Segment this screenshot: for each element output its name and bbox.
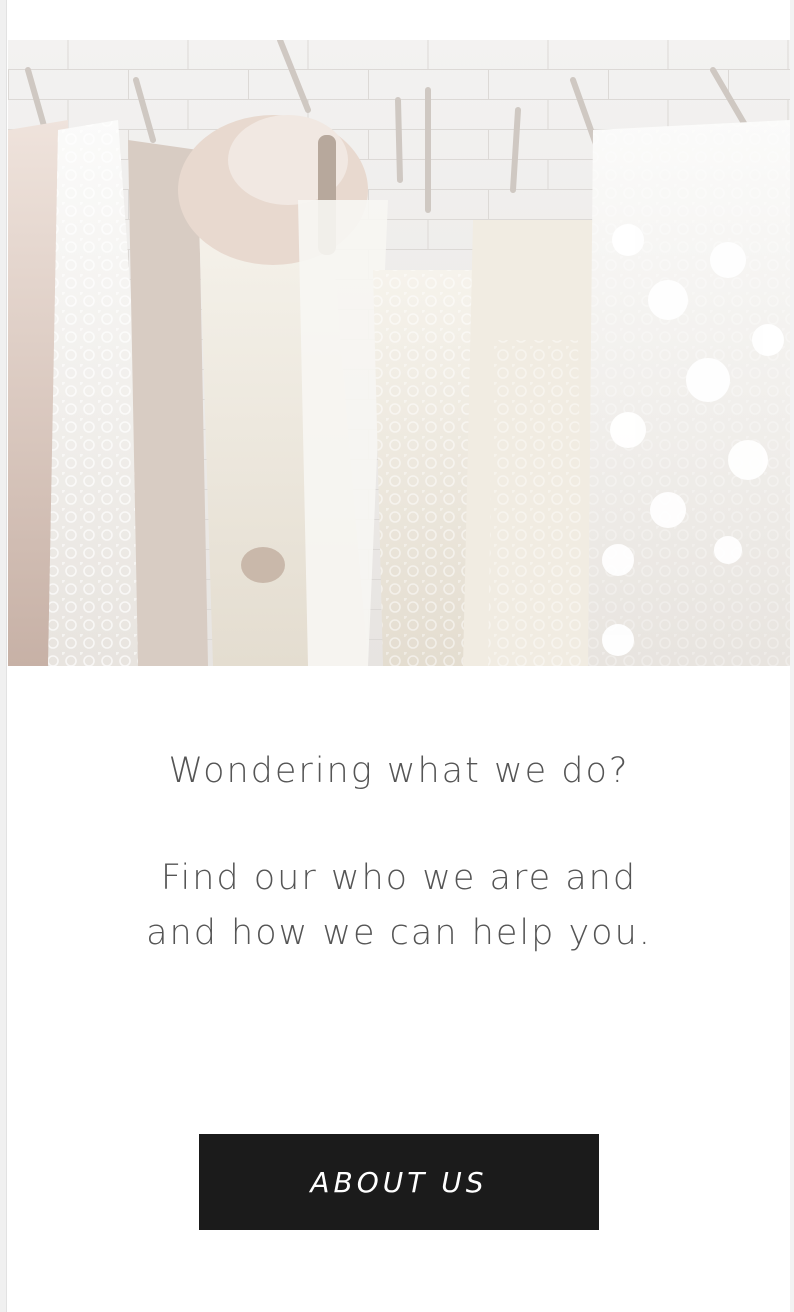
right-frame-edge — [790, 0, 794, 1312]
intro-description: Find our who we are and and how we can h… — [146, 858, 652, 953]
intro-section: Wondering what we do? Find our who we ar… — [8, 744, 790, 961]
about-us-button[interactable]: ABOUT US — [199, 1134, 599, 1230]
intro-question: Wondering what we do? — [168, 751, 630, 791]
left-frame-edge — [0, 0, 7, 1312]
hero-image — [8, 40, 790, 666]
